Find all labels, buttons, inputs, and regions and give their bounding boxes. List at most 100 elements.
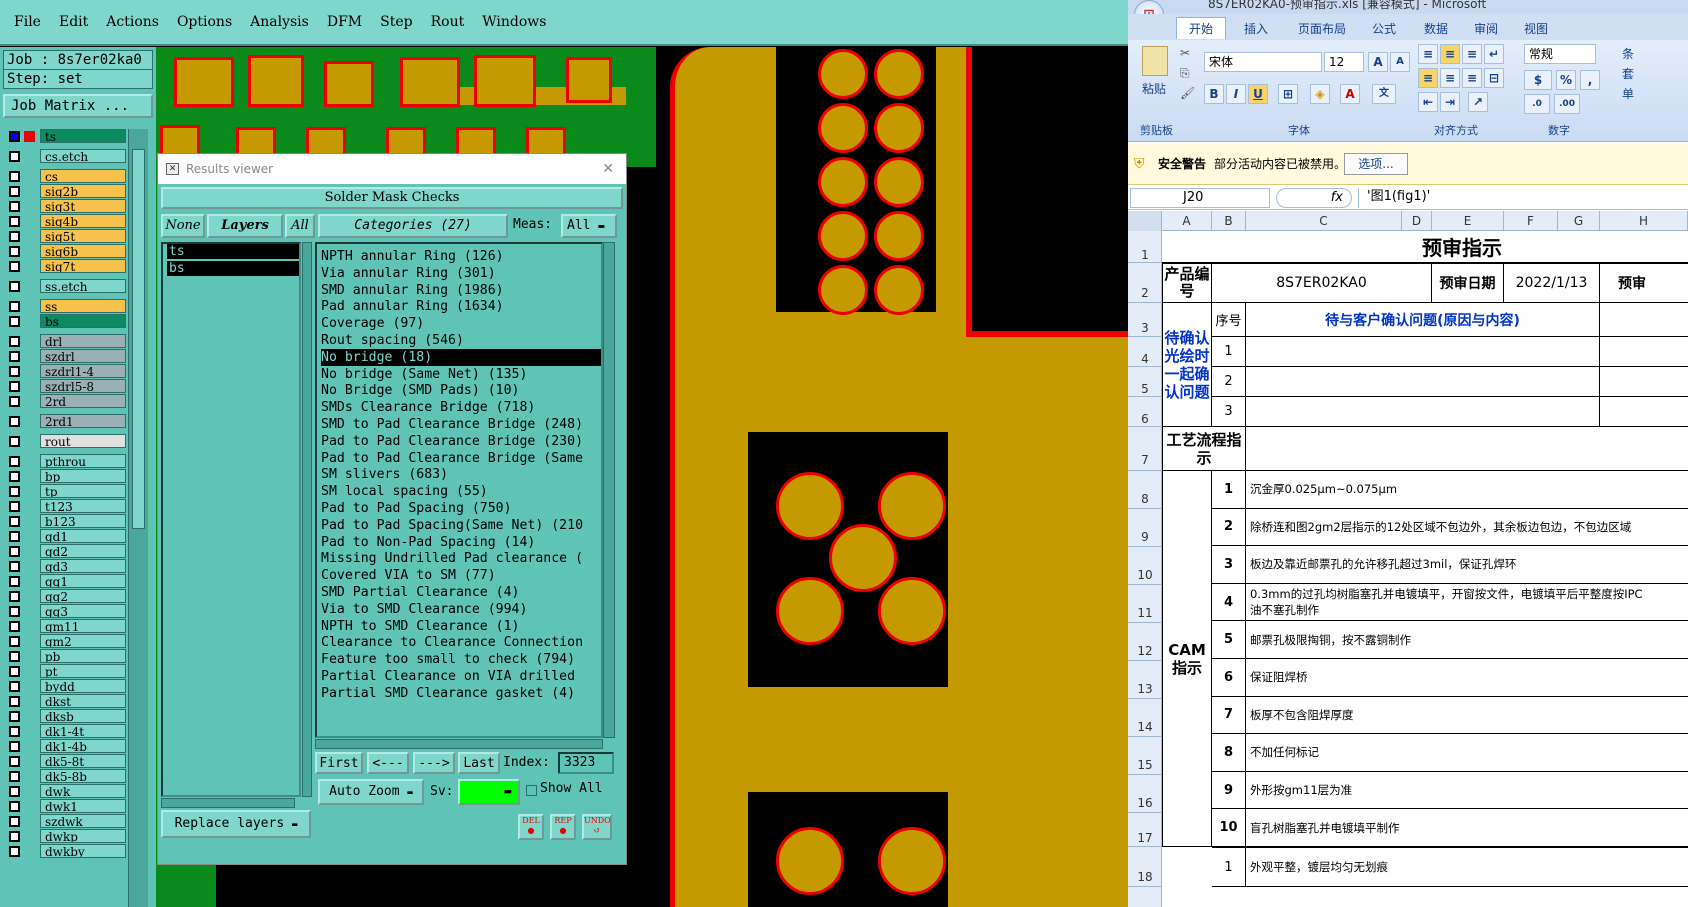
category-item[interactable]: Pad to Pad Spacing (750) [321,500,601,517]
layer-row-bydd[interactable]: bydd [4,679,126,694]
layer-checkbox[interactable] [9,301,20,312]
category-item[interactable]: Pad to Pad Spacing(Same Net) (210 [321,517,601,534]
col-f[interactable]: F [1504,211,1558,231]
category-item[interactable]: SMD annular Ring (1986) [321,282,601,299]
layer-checkbox[interactable] [9,456,20,467]
layer-row-dk5-8b[interactable]: dk5-8b [4,769,126,784]
layer-row-dk1-4t[interactable]: dk1-4t [4,724,126,739]
layer-row-2rd[interactable]: 2rd [4,394,126,409]
layer-row-ts[interactable]: ts [4,129,126,144]
layer-checkbox[interactable] [9,606,20,617]
category-item[interactable]: No bridge (Same Net) (135) [321,366,601,383]
col-e[interactable]: E [1432,211,1504,231]
layer-row-gm2[interactable]: gm2 [4,634,126,649]
layer-row-gd2[interactable]: gd2 [4,544,126,559]
layer-name[interactable]: gm2 [40,634,126,648]
menu-step[interactable]: Step [380,14,412,30]
align-left-icon[interactable]: ≡ [1418,68,1438,88]
process-cell[interactable] [1246,427,1688,471]
pending-cell-1[interactable] [1246,337,1600,367]
menu-options[interactable]: Options [177,14,232,30]
layer-row-tp[interactable]: tp [4,484,126,499]
category-item[interactable]: Clearance to Clearance Connection [321,634,601,651]
layer-checkbox[interactable] [9,816,20,827]
results-viewer-titlebar[interactable]: ✕ Results viewer ✕ [158,154,626,184]
category-item[interactable]: Covered VIA to SM (77) [321,567,601,584]
layer-row-b123[interactable]: b123 [4,514,126,529]
layer-name[interactable]: pb [40,649,126,663]
layer-name[interactable]: 2rd [40,394,126,408]
category-item[interactable]: SM slivers (683) [321,466,601,483]
cam-item-text[interactable]: 除桥连和图2gm2层指示的12处区域不包边外，其余板边包边，不包边区域 [1246,509,1688,547]
category-item[interactable]: Feature too small to check (794) [321,651,601,668]
layer-row-sig3t[interactable]: sig3t [4,199,126,214]
layer-row-gd1[interactable]: gd1 [4,529,126,544]
layer-checkbox[interactable] [9,546,20,557]
scrollbar-thumb[interactable] [132,149,145,529]
category-item[interactable]: No bridge (18) [321,348,601,366]
job-matrix-button[interactable]: Job Matrix ... [3,94,153,118]
layer-checkbox[interactable] [9,316,20,327]
layer-checkbox[interactable] [9,486,20,497]
layer-name[interactable]: bs [40,314,126,328]
meas-select[interactable]: All ▬ [561,214,617,238]
menu-dfm[interactable]: DFM [327,14,362,30]
copy-icon[interactable]: ⎘ [1180,66,1190,81]
layer-checkbox[interactable] [9,366,20,377]
wrap-text-icon[interactable]: ↵ [1484,44,1504,64]
layer-name[interactable]: rout [40,434,126,448]
next-button[interactable]: ---> [413,752,455,774]
layer-name[interactable]: gd3 [40,559,126,573]
pending-cell-3[interactable] [1246,397,1600,427]
layer-name[interactable]: pt [40,664,126,678]
layer-name[interactable]: dk1-4b [40,739,126,753]
layer-row-dwkp[interactable]: dwkp [4,829,126,844]
font-size-select[interactable]: 12 [1324,52,1364,72]
layer-checkbox[interactable] [9,711,20,722]
align-right-icon[interactable]: ≡ [1462,68,1482,88]
layer-checkbox[interactable] [9,726,20,737]
layer-row-sig7t[interactable]: sig7t [4,259,126,274]
layer-name[interactable]: szdrl5-8 [40,379,126,393]
layer-row-pt[interactable]: pt [4,664,126,679]
undo-button[interactable]: UNDO ↺ [582,814,612,840]
tab-review[interactable]: 审阅 [1474,20,1498,37]
layer-row-pthrou[interactable]: pthrou [4,454,126,469]
layer-row-dwk[interactable]: dwk [4,784,126,799]
layer-row-bp[interactable]: bp [4,469,126,484]
row-header[interactable]: 14 [1128,699,1162,737]
layer-name[interactable]: dwkp [40,829,126,843]
layer-checkbox[interactable] [9,501,20,512]
layer-name[interactable]: sig6b [40,244,126,258]
layer-name[interactable]: dk1-4t [40,724,126,738]
menu-analysis[interactable]: Analysis [250,14,309,30]
layers-scrollbar[interactable] [302,242,312,797]
category-item[interactable]: NPTH annular Ring (126) [321,248,601,265]
cam-item-text[interactable]: 不加任何标记 [1246,734,1688,772]
row-header[interactable]: 5 [1128,367,1162,397]
cell-h6[interactable] [1600,397,1688,427]
number-format-select[interactable]: 常规 [1524,44,1596,64]
cam-item-text[interactable]: 板边及靠近邮票孔的允许移孔超过3mil，保证孔焊环 [1246,546,1688,584]
layer-name[interactable]: t123 [40,499,126,513]
layer-name[interactable]: sig2b [40,184,126,198]
phonetic-icon[interactable]: 文 [1372,84,1396,104]
category-item[interactable]: Via annular Ring (301) [321,265,601,282]
category-item[interactable]: SM local spacing (55) [321,483,601,500]
row-header[interactable]: 10 [1128,547,1162,585]
layer-name[interactable]: pthrou [40,454,126,468]
font-name-select[interactable]: 宋体 [1204,52,1322,72]
layer-checkbox[interactable] [9,591,20,602]
italic-icon[interactable]: I [1226,84,1246,104]
grow-font-icon[interactable]: A [1368,52,1388,72]
increase-decimal-icon[interactable]: .0 [1524,94,1550,114]
layer-row-t123[interactable]: t123 [4,499,126,514]
layer-checkbox[interactable] [9,216,20,227]
layer-name[interactable]: szdrl [40,349,126,363]
tab-view[interactable]: 视图 [1524,20,1548,37]
layers-button[interactable]: Layers [207,214,283,238]
menu-rout[interactable]: Rout [431,14,465,30]
row-header[interactable]: 8 [1128,471,1162,509]
cam-item-text[interactable]: 邮票孔极限掏铜，按不露铜制作 [1246,621,1688,659]
category-item[interactable]: Partial SMD Clearance gasket (4) [321,685,601,702]
